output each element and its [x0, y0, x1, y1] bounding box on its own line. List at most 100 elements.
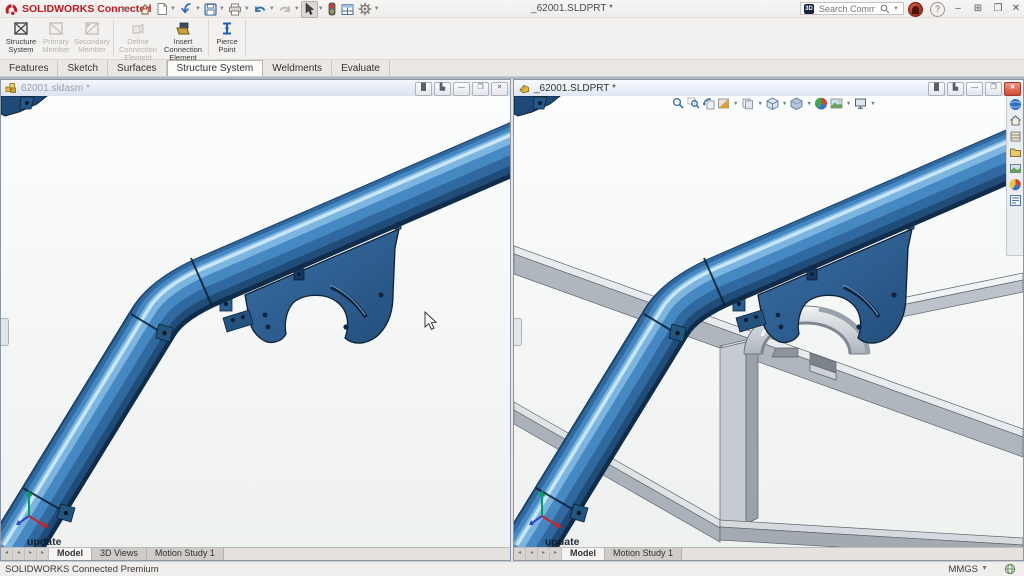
- child-close-button[interactable]: ✕: [491, 82, 508, 96]
- redo-button[interactable]: [276, 2, 294, 17]
- tab-evaluate[interactable]: Evaluate: [332, 60, 390, 76]
- hud-caret-icon[interactable]: ▼: [806, 101, 811, 107]
- child-minimize-button[interactable]: —: [966, 82, 983, 96]
- structure-system-ribbon-button[interactable]: Structure System: [3, 18, 39, 59]
- maximize-button[interactable]: ⊞: [970, 2, 986, 16]
- previous-tab-icon[interactable]: ◂: [526, 548, 538, 560]
- redo-caret-icon[interactable]: ▼: [294, 6, 300, 12]
- tab-model[interactable]: Model: [49, 548, 92, 560]
- previous-tab-icon[interactable]: ◂: [13, 548, 25, 560]
- ribbon-toolbar: Structure System Primary Member Secondar…: [0, 18, 1024, 60]
- next-tab-icon[interactable]: ▸: [25, 548, 37, 560]
- search-caret-icon[interactable]: ▼: [893, 6, 899, 12]
- pane-left-toggle-button[interactable]: ▐▌: [415, 82, 432, 96]
- tab-features[interactable]: Features: [0, 60, 58, 76]
- select-caret-icon[interactable]: ▼: [318, 6, 324, 12]
- close-button[interactable]: ✕: [1008, 2, 1024, 16]
- undo-button[interactable]: [251, 2, 269, 17]
- last-tab-icon[interactable]: ▸: [37, 548, 49, 560]
- primary-member-label: Primary Member: [39, 38, 73, 54]
- first-tab-icon[interactable]: ◂: [514, 548, 526, 560]
- tab-structure-system[interactable]: Structure System: [167, 60, 264, 76]
- view-settings-icon[interactable]: [854, 97, 867, 110]
- print-button[interactable]: [226, 2, 244, 17]
- collapsed-panel-tab[interactable]: [1, 318, 9, 346]
- pane-right-toggle-button[interactable]: ▙: [947, 82, 964, 96]
- hud-caret-icon[interactable]: ▼: [846, 101, 851, 107]
- open-caret-icon[interactable]: ▼: [195, 6, 201, 12]
- user-avatar[interactable]: [908, 2, 923, 17]
- part-window-title-bar[interactable]: _62001.SLDPRT * ▐▌ ▙ — ❐ ✕: [514, 80, 1023, 96]
- view-orientation-icon[interactable]: [766, 97, 779, 110]
- assembly-graphics-viewport[interactable]: update: [1, 96, 510, 547]
- tab-model[interactable]: Model: [562, 548, 605, 560]
- pane-left-toggle-button[interactable]: ▐▌: [928, 82, 945, 96]
- section-view-icon[interactable]: [717, 97, 730, 110]
- units-caret-icon[interactable]: ▼: [981, 565, 988, 572]
- new-document-button[interactable]: [154, 2, 170, 17]
- hud-caret-icon[interactable]: ▼: [870, 101, 875, 107]
- annotation-views-icon[interactable]: [741, 97, 754, 110]
- insert-connection-element-ribbon-button[interactable]: Insert Connection Element: [160, 18, 206, 59]
- main-title-bar: SOLIDWORKS Connected ▶ ▼ ▼ ▼ ▼ ▼ ▼ ▼ ▼ _…: [0, 0, 1024, 18]
- appearances-scenes-icon[interactable]: [1009, 178, 1022, 191]
- zoom-to-area-icon[interactable]: [687, 97, 700, 110]
- save-caret-icon[interactable]: ▼: [219, 6, 225, 12]
- secondary-member-label: Secondary Member: [73, 38, 111, 54]
- options-caret-icon[interactable]: ▼: [374, 6, 380, 12]
- print-caret-icon[interactable]: ▼: [244, 6, 250, 12]
- child-restore-button[interactable]: ❐: [985, 82, 1002, 96]
- save-button[interactable]: [202, 2, 219, 17]
- last-tab-icon[interactable]: ▸: [550, 548, 562, 560]
- minimize-button[interactable]: –: [950, 2, 966, 16]
- search-magnifier-icon[interactable]: [880, 4, 890, 14]
- search-commands-box[interactable]: 3D ▼: [800, 2, 904, 15]
- child-restore-button[interactable]: ❐: [472, 82, 489, 96]
- tab-3d-views[interactable]: 3D Views: [92, 548, 147, 560]
- previous-view-icon[interactable]: [702, 97, 715, 110]
- custom-properties-icon[interactable]: [1009, 194, 1022, 207]
- pane-right-toggle-button[interactable]: ▙: [434, 82, 451, 96]
- solidworks-resources-icon[interactable]: [1009, 114, 1022, 127]
- edit-appearance-icon[interactable]: [815, 97, 828, 110]
- part-3d-model: update: [514, 96, 1023, 547]
- file-properties-button[interactable]: [339, 2, 356, 17]
- new-caret-icon[interactable]: ▼: [170, 6, 176, 12]
- pierce-point-ribbon-button[interactable]: Pierce Point: [211, 18, 243, 59]
- search-input[interactable]: [817, 3, 877, 15]
- child-close-button[interactable]: ✕: [1004, 82, 1021, 96]
- rebuild-button[interactable]: [325, 2, 339, 17]
- display-style-icon[interactable]: [790, 97, 803, 110]
- next-tab-icon[interactable]: ▸: [538, 548, 550, 560]
- options-button[interactable]: [356, 2, 374, 17]
- part-document-icon: [518, 82, 530, 94]
- restore-button[interactable]: ❐: [990, 2, 1006, 16]
- 3dexperience-icon[interactable]: [1009, 98, 1022, 111]
- tab-sketch[interactable]: Sketch: [58, 60, 108, 76]
- zoom-to-fit-icon[interactable]: [672, 97, 685, 110]
- hud-caret-icon[interactable]: ▼: [733, 101, 738, 107]
- design-library-icon[interactable]: [1009, 130, 1022, 143]
- help-button[interactable]: ?: [930, 2, 945, 17]
- file-explorer-icon[interactable]: [1009, 146, 1022, 159]
- child-minimize-button[interactable]: —: [453, 82, 470, 96]
- select-button[interactable]: [301, 1, 318, 18]
- home-button[interactable]: [136, 2, 154, 17]
- hud-caret-icon[interactable]: ▼: [757, 101, 762, 107]
- tag-editor-icon[interactable]: [1004, 563, 1016, 576]
- collapsed-panel-tab[interactable]: [514, 318, 522, 346]
- units-selector[interactable]: MMGS: [948, 564, 978, 575]
- open-button[interactable]: [177, 2, 195, 17]
- part-graphics-viewport[interactable]: update ▼ ▼ ▼ ▼ ▼ ▼: [514, 96, 1023, 547]
- tab-motion-study-1[interactable]: Motion Study 1: [147, 548, 224, 560]
- assembly-window-title-bar[interactable]: 62001.sldasm * ▐▌ ▙ — ❐ ✕: [1, 80, 510, 96]
- apply-scene-icon[interactable]: [830, 97, 843, 110]
- undo-caret-icon[interactable]: ▼: [269, 6, 275, 12]
- view-palette-icon[interactable]: [1009, 162, 1022, 175]
- first-tab-icon[interactable]: ◂: [1, 548, 13, 560]
- tab-motion-study-1[interactable]: Motion Study 1: [605, 548, 682, 560]
- tab-weldments[interactable]: Weldments: [263, 60, 332, 76]
- hud-caret-icon[interactable]: ▼: [782, 101, 787, 107]
- tab-surfaces[interactable]: Surfaces: [108, 60, 166, 76]
- qat-flyout-arrow[interactable]: ▶: [122, 4, 128, 13]
